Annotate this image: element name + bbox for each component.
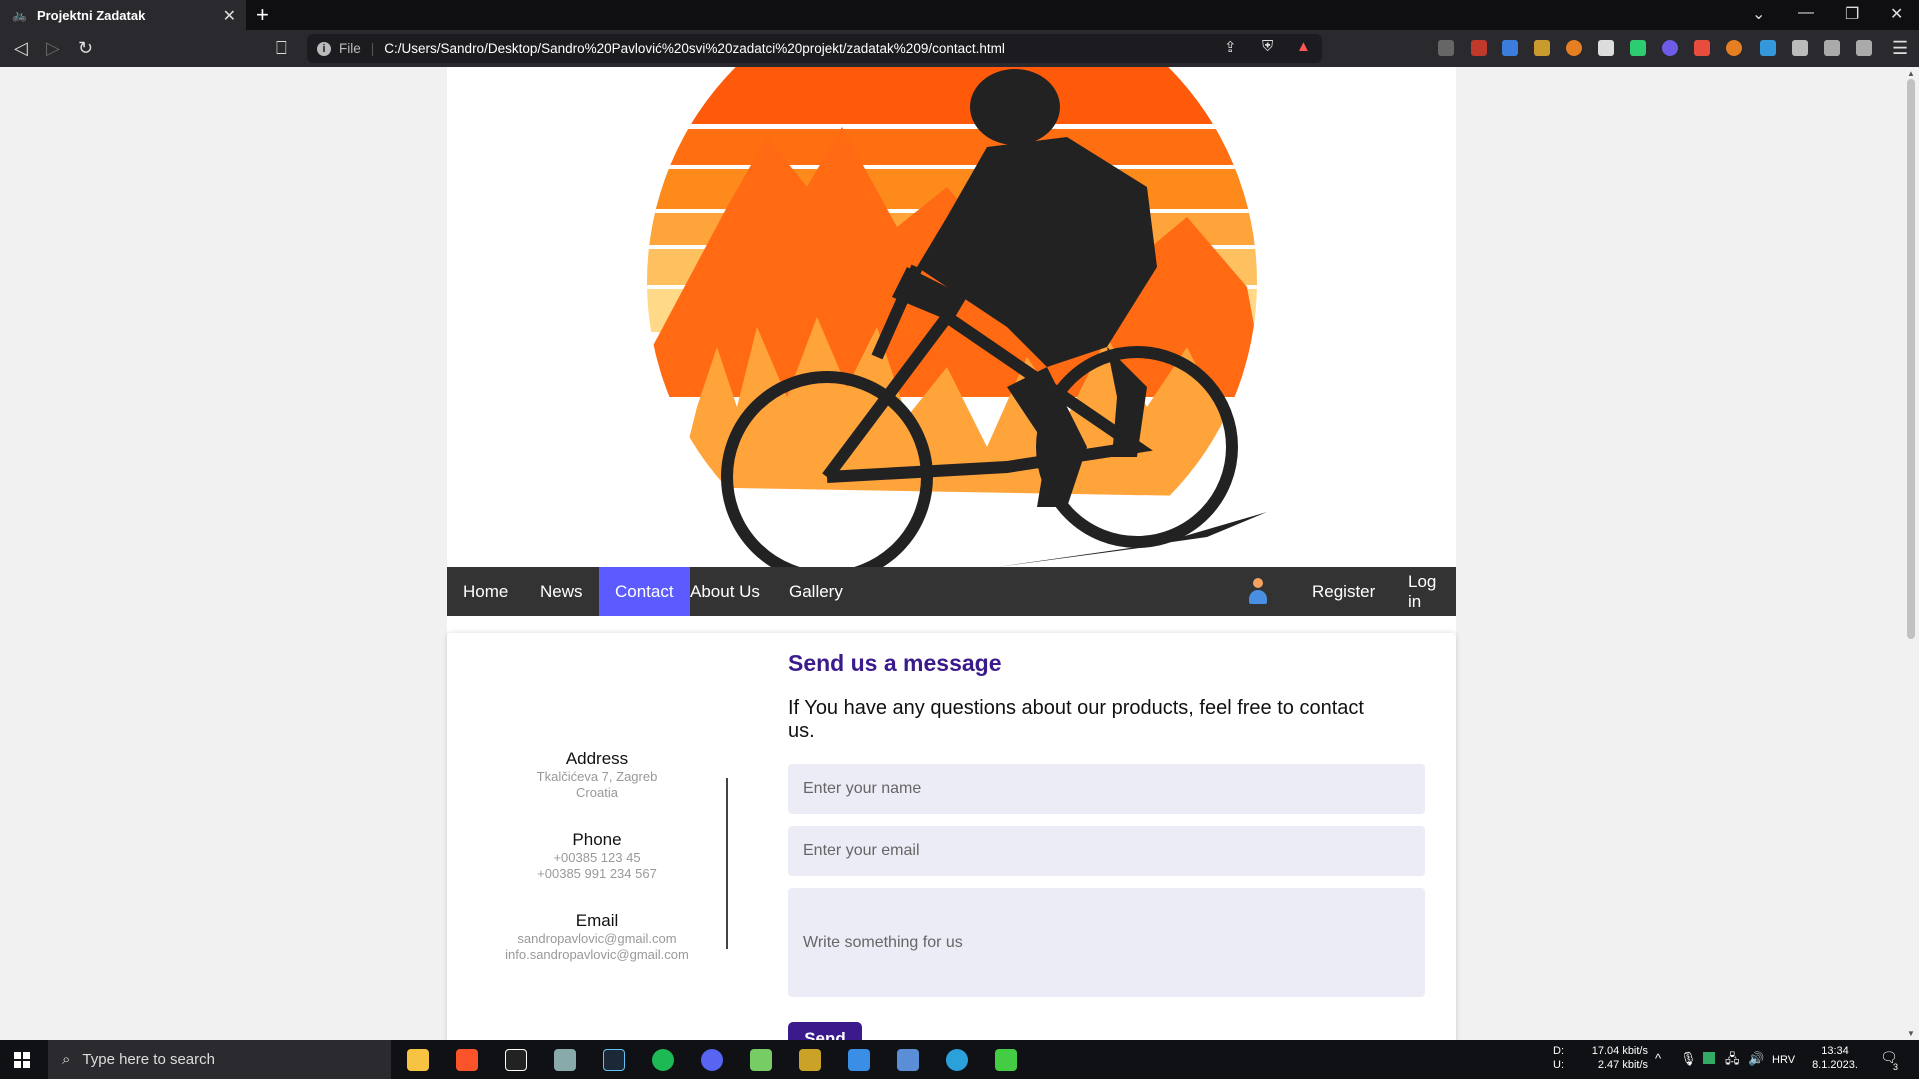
new-tab-button[interactable]: + [256, 2, 269, 28]
page-scrollbar[interactable]: ▲ ▼ [1903, 67, 1919, 1040]
net-up-value: 2.47 kbit/s [1597, 1059, 1648, 1071]
steam-icon[interactable] [603, 1049, 625, 1071]
bookmark-extension-icon[interactable] [1598, 40, 1614, 56]
menu-icon[interactable]: ☰ [1892, 38, 1908, 59]
extension-icon[interactable] [1760, 40, 1776, 56]
extension-icon[interactable] [1726, 40, 1742, 56]
microphone-icon[interactable]: 🎙 [1680, 1052, 1697, 1066]
bicycle-favicon-icon: 🚲 [12, 8, 27, 22]
extension-icon[interactable] [1630, 40, 1646, 56]
app-icon[interactable] [799, 1049, 821, 1071]
volume-icon[interactable]: 🔊 [1748, 1052, 1764, 1066]
search-placeholder: Type here to search [82, 1051, 215, 1068]
scroll-up-icon[interactable]: ▲ [1907, 69, 1915, 78]
extension-icon[interactable] [1662, 40, 1678, 56]
send-button[interactable]: Send [788, 1022, 862, 1040]
reload-icon[interactable]: ↻ [78, 38, 93, 59]
restore-icon[interactable]: ❐ [1845, 4, 1859, 24]
tradingview-icon[interactable] [505, 1049, 527, 1071]
net-down-label: D: [1553, 1045, 1564, 1057]
translate-extension-icon[interactable] [1502, 40, 1518, 56]
close-window-icon[interactable]: ✕ [1890, 4, 1903, 24]
extension-icon[interactable] [1471, 40, 1487, 56]
share-icon[interactable]: ⇪ [1224, 38, 1237, 56]
spotify-icon[interactable] [652, 1049, 674, 1071]
discord-icon[interactable] [701, 1049, 723, 1071]
net-up-label: U: [1553, 1059, 1564, 1071]
clock-time: 13:34 [1821, 1045, 1849, 1057]
clock[interactable]: 13:34 8.1.2023. [1810, 1044, 1860, 1072]
address-bar[interactable]: i File | C:/Users/Sandro/Desktop/Sandro%… [307, 34, 1322, 63]
browser-tab-strip: 🚲 Projektni Zadatak ✕ + ⌄ — ❐ ✕ [0, 0, 1919, 30]
network-speed-values: 17.04 kbit/s 2.47 kbit/s [1588, 1044, 1648, 1072]
message-field[interactable]: Write something for us [788, 888, 1425, 997]
minimize-icon[interactable]: — [1798, 4, 1814, 22]
extension-icon[interactable] [1534, 40, 1550, 56]
wallet-icon[interactable] [1856, 40, 1872, 56]
clock-date: 8.1.2023. [1812, 1059, 1858, 1071]
network-icon[interactable]: 🖧 [1725, 1052, 1740, 1066]
remote-desktop-icon[interactable] [848, 1049, 870, 1071]
close-tab-icon[interactable]: ✕ [223, 6, 236, 26]
form-title: Send us a message [788, 650, 1002, 676]
taskbar-search[interactable]: ⌕ Type here to search [48, 1040, 391, 1079]
file-label: File [339, 41, 361, 56]
brave-rewards-icon[interactable]: ▲ [1296, 38, 1311, 55]
notifications-count: 3 [1893, 1062, 1899, 1072]
telegram-icon[interactable] [946, 1049, 968, 1071]
page-viewport: Home News Contact About Us Gallery Regis… [0, 67, 1919, 1040]
windows-start-icon[interactable] [14, 1052, 30, 1068]
sidebar-icon[interactable] [1824, 40, 1840, 56]
language-indicator[interactable]: HRV [1772, 1053, 1795, 1067]
search-icon: ⌕ [62, 1051, 71, 1068]
tab-title: Projektni Zadatak [36, 7, 146, 23]
puzzle-extensions-icon[interactable] [1792, 40, 1808, 56]
scrollbar-thumb[interactable] [1907, 79, 1915, 639]
bookmark-icon[interactable]: ⎕ [276, 38, 287, 59]
tray-app-icon[interactable] [1703, 1052, 1715, 1064]
file-explorer-icon[interactable] [407, 1049, 429, 1071]
tray-chevron-icon[interactable]: ^ [1655, 1052, 1661, 1066]
brave-shield-icon[interactable]: ⛨ [1262, 38, 1273, 55]
scroll-down-icon[interactable]: ▼ [1907, 1029, 1915, 1038]
forward-icon[interactable]: ▷ [46, 38, 60, 59]
app-icon[interactable] [750, 1049, 772, 1071]
browser-tab[interactable]: 🚲 Projektni Zadatak ✕ [0, 0, 246, 30]
app-icon[interactable] [897, 1049, 919, 1071]
network-speed: D: U: [1553, 1044, 1564, 1072]
extension-icon[interactable] [1694, 40, 1710, 56]
tab-list-chevron-icon[interactable]: ⌄ [1752, 4, 1765, 24]
app-icon[interactable] [995, 1049, 1017, 1071]
address-separator: | [370, 41, 375, 56]
net-down-value: 17.04 kbit/s [1591, 1045, 1648, 1057]
info-icon[interactable]: i [317, 41, 331, 56]
extension-icon[interactable] [1566, 40, 1582, 56]
back-icon[interactable]: ◁ [14, 38, 28, 59]
form-subtitle: If You have any questions about our prod… [788, 697, 1364, 742]
windows-taskbar: ⌕ Type here to search D: U: 17.04 kbit/s… [0, 1040, 1919, 1079]
app-icon[interactable] [554, 1049, 576, 1071]
name-field[interactable]: Enter your name [788, 764, 1425, 814]
brave-browser-icon[interactable] [456, 1049, 478, 1071]
url-text: C:/Users/Sandro/Desktop/Sandro%20Pavlovi… [384, 41, 1005, 56]
browser-toolbar: ◁ ▷ ↻ ⎕ i File | C:/Users/Sandro/Desktop… [0, 30, 1919, 67]
email-field[interactable]: Enter your email [788, 826, 1425, 876]
extension-icon[interactable] [1438, 40, 1454, 56]
